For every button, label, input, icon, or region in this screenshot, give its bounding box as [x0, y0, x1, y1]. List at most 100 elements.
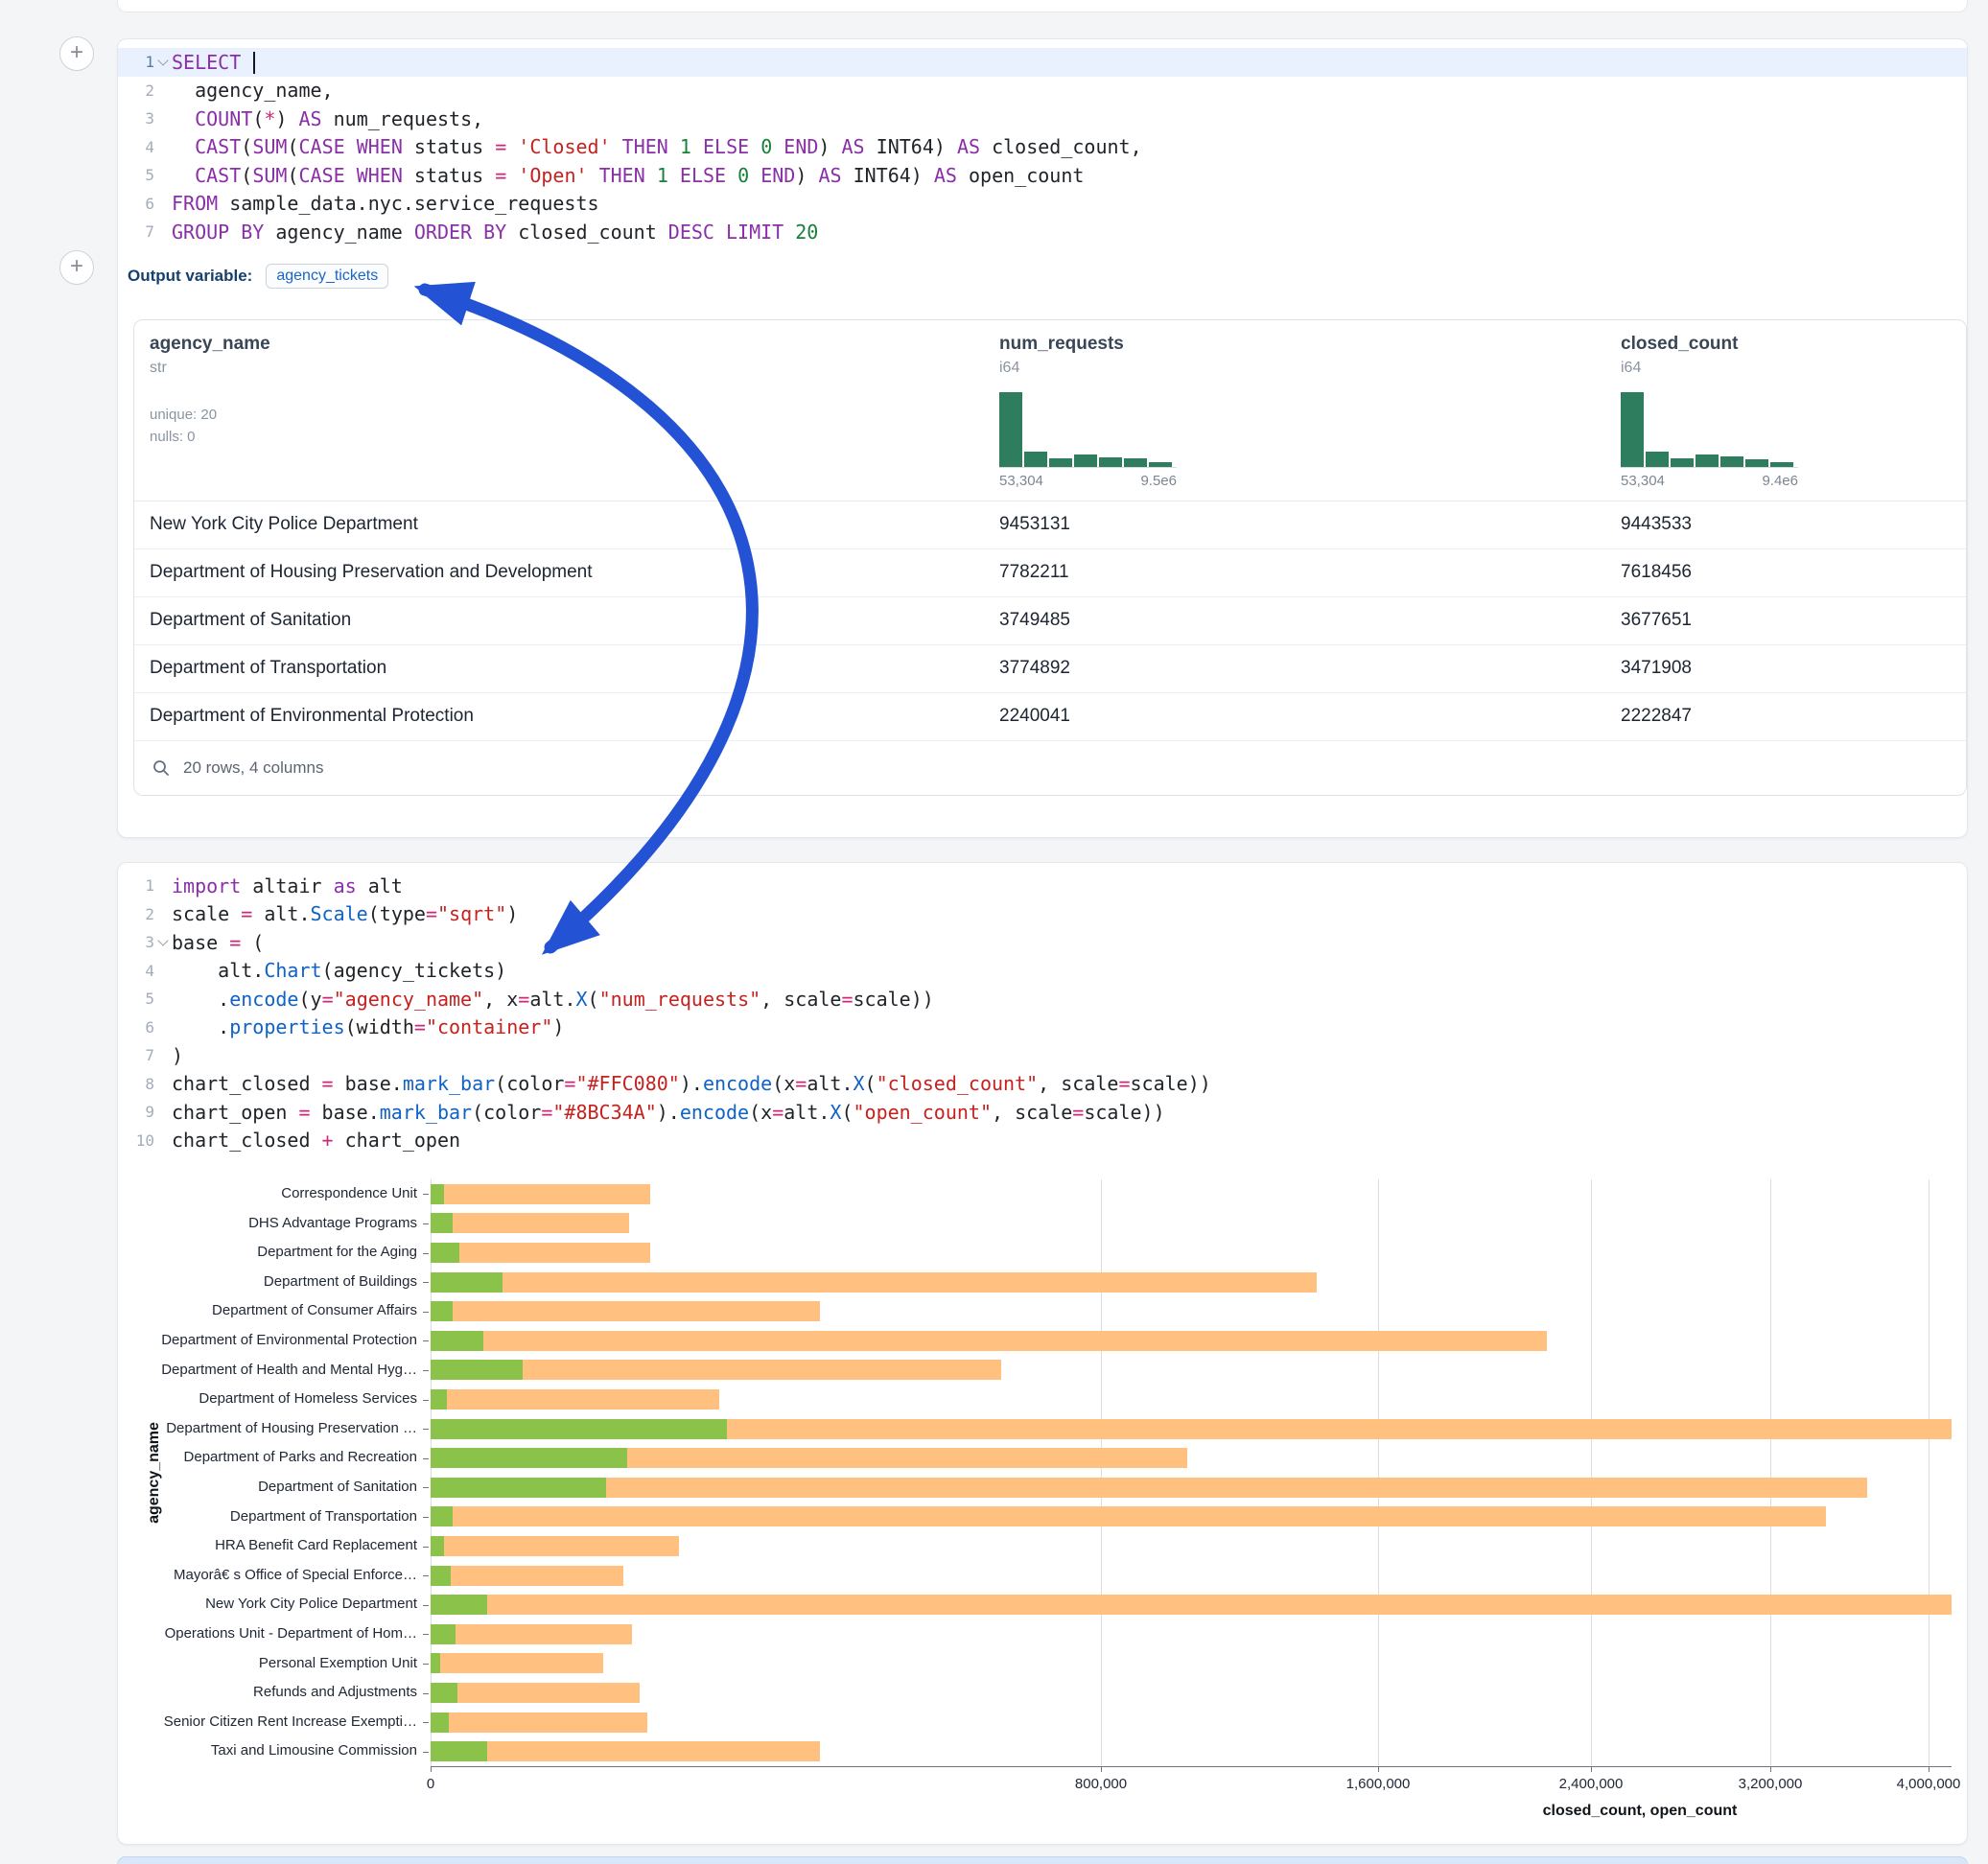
code-line-7[interactable]: 7)	[118, 1041, 1967, 1070]
closed_count-bar	[431, 1653, 603, 1673]
fold-caret-icon[interactable]	[157, 56, 168, 66]
x-axis-tick	[1770, 1766, 1771, 1772]
y-axis-label: Taxi and Limousine Commission	[133, 1736, 417, 1766]
python-editor[interactable]: 1import altair as alt2scale = alt.Scale(…	[118, 863, 1967, 1154]
python-cell: 1import altair as alt2scale = alt.Scale(…	[117, 862, 1968, 1845]
x-axis-tick	[1101, 1766, 1102, 1772]
y-axis-tick	[423, 1752, 429, 1753]
code-line-4[interactable]: 4 alt.Chart(agency_tickets)	[118, 957, 1967, 986]
x-axis-tick	[1378, 1766, 1379, 1772]
code-line-1[interactable]: 1SELECT	[118, 48, 1967, 77]
y-axis-tick	[423, 1722, 429, 1723]
line-number: 9	[118, 1103, 154, 1121]
y-axis-label: Department for the Aging	[133, 1238, 417, 1268]
y-axis-tick	[423, 1487, 429, 1488]
code-line-2[interactable]: 2 agency_name,	[118, 77, 1967, 105]
table-dimensions: 20 rows, 4 columns	[183, 758, 323, 778]
open_count-bar	[431, 1741, 487, 1761]
table-body: New York City Police Department945313194…	[134, 501, 1966, 741]
closed_count-bar	[431, 1389, 719, 1410]
line-number: 2	[118, 82, 154, 100]
closed_count-bar	[431, 1272, 1317, 1293]
column-header-num-requests[interactable]: num_requests i64 53,304 9.5e6	[999, 334, 1621, 489]
closed_count-bar	[431, 1741, 820, 1761]
code-text: import altair as alt	[172, 874, 403, 897]
search-icon[interactable]	[152, 758, 171, 778]
y-axis-tick	[423, 1400, 429, 1401]
fold-caret-icon[interactable]	[157, 936, 168, 946]
bar-chart: agency_name closed_count, open_count 080…	[133, 1179, 1967, 1841]
agency-name-cell: Department of Housing Preservation and D…	[150, 562, 999, 583]
y-axis-label: Department of Sanitation	[133, 1473, 417, 1503]
closed_count-bar	[431, 1331, 1547, 1351]
code-text: GROUP BY agency_name ORDER BY closed_cou…	[172, 221, 818, 244]
code-line-3[interactable]: 3base = (	[118, 928, 1967, 957]
y-axis-label: Department of Environmental Protection	[133, 1326, 417, 1356]
line-number: 10	[118, 1131, 154, 1150]
open_count-bar	[431, 1272, 503, 1293]
histogram-bar	[1074, 454, 1097, 467]
y-axis-label: Mayorâ€ s Office of Special Enforce…	[133, 1561, 417, 1591]
y-axis-label: Department of Buildings	[133, 1268, 417, 1297]
open_count-bar	[431, 1243, 459, 1263]
table-row[interactable]: Department of Transportation377489234719…	[134, 645, 1966, 693]
code-line-9[interactable]: 9chart_open = base.mark_bar(color="#8BC3…	[118, 1098, 1967, 1127]
next-cell-edge	[117, 1856, 1968, 1864]
open_count-bar	[431, 1506, 453, 1526]
code-text: CAST(SUM(CASE WHEN status = 'Closed' THE…	[172, 135, 1142, 158]
y-axis-label: Senior Citizen Rent Increase Exempti…	[133, 1708, 417, 1737]
table-row[interactable]: Department of Environmental Protection22…	[134, 693, 1966, 741]
code-line-1[interactable]: 1import altair as alt	[118, 872, 1967, 900]
code-line-7[interactable]: 7GROUP BY agency_name ORDER BY closed_co…	[118, 218, 1967, 246]
code-line-5[interactable]: 5 CAST(SUM(CASE WHEN status = 'Open' THE…	[118, 161, 1967, 190]
chart-plot-area	[431, 1179, 1952, 1767]
mini-histogram	[999, 392, 1177, 468]
histogram-bar	[1024, 452, 1047, 467]
column-header-closed-count[interactable]: closed_count i64 53,304 9.4e6	[1621, 334, 1966, 489]
closed_count-bar	[431, 1478, 1867, 1498]
y-axis-label: Department of Parks and Recreation	[133, 1443, 417, 1473]
histogram-max: 9.4e6	[1762, 473, 1798, 489]
code-line-5[interactable]: 5 .encode(y="agency_name", x=alt.X("num_…	[118, 985, 1967, 1014]
histogram-bar	[1745, 459, 1768, 467]
code-line-10[interactable]: 10chart_closed + chart_open	[118, 1127, 1967, 1155]
histogram-bar	[1720, 456, 1743, 467]
y-axis-tick	[423, 1634, 429, 1635]
results-table: agency_name str unique: 20 nulls: 0 num_…	[133, 319, 1967, 796]
y-axis-label: Refunds and Adjustments	[133, 1678, 417, 1708]
code-text: agency_name,	[172, 79, 334, 102]
x-axis-label: 3,200,000	[1739, 1776, 1803, 1792]
column-histogram: 53,304 9.4e6	[1621, 392, 1798, 489]
code-line-8[interactable]: 8chart_closed = base.mark_bar(color="#FF…	[118, 1070, 1967, 1099]
y-axis-tick	[423, 1517, 429, 1518]
table-row[interactable]: Department of Sanitation37494853677651	[134, 597, 1966, 645]
code-line-4[interactable]: 4 CAST(SUM(CASE WHEN status = 'Closed' T…	[118, 133, 1967, 162]
histogram-bar	[1671, 458, 1694, 467]
output-variable-chip[interactable]: agency_tickets	[266, 264, 388, 289]
histogram-bar	[1646, 452, 1669, 467]
add-cell-button[interactable]: +	[59, 250, 94, 285]
y-axis-label: Department of Consumer Affairs	[133, 1296, 417, 1326]
y-axis-tick	[423, 1664, 429, 1665]
table-row[interactable]: New York City Police Department945313194…	[134, 501, 1966, 549]
code-line-3[interactable]: 3 COUNT(*) AS num_requests,	[118, 105, 1967, 133]
line-number: 5	[118, 166, 154, 184]
closed_count-bar	[431, 1595, 1952, 1615]
table-row[interactable]: Department of Housing Preservation and D…	[134, 549, 1966, 597]
code-line-6[interactable]: 6 .properties(width="container")	[118, 1014, 1967, 1042]
column-meta: unique: 20 nulls: 0	[150, 404, 999, 448]
sql-editor[interactable]: 1SELECT 2 agency_name,3 COUNT(*) AS num_…	[118, 39, 1967, 246]
open_count-bar	[431, 1389, 447, 1410]
code-line-2[interactable]: 2scale = alt.Scale(type="sqrt")	[118, 900, 1967, 929]
column-type: i64	[1621, 360, 1966, 377]
agency-name-cell: Department of Environmental Protection	[150, 706, 999, 727]
add-cell-button[interactable]: +	[59, 36, 94, 71]
num-requests-cell: 9453131	[999, 514, 1621, 535]
column-header-agency-name[interactable]: agency_name str unique: 20 nulls: 0	[150, 334, 999, 489]
code-line-6[interactable]: 6FROM sample_data.nyc.service_requests	[118, 190, 1967, 219]
fold-toggle[interactable]	[154, 940, 172, 944]
closed_count-bar	[431, 1184, 650, 1204]
fold-toggle[interactable]	[154, 59, 172, 64]
closed-count-cell: 3677651	[1621, 610, 1966, 631]
closed_count-bar	[431, 1536, 679, 1556]
